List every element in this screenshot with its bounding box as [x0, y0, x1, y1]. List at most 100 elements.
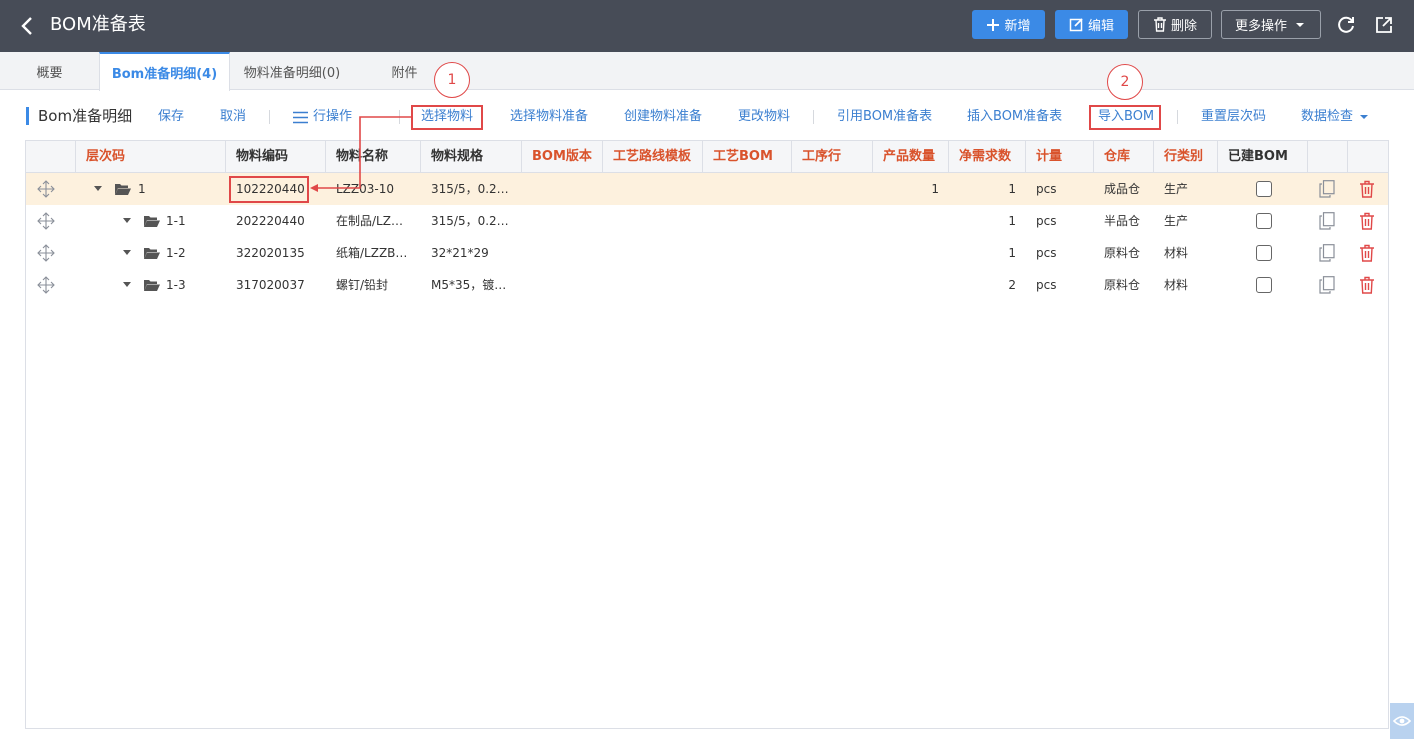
cell-spec[interactable]: M5*35，镀…	[421, 269, 522, 301]
caret-down-icon	[1360, 115, 1369, 119]
insert-bom-prep-button[interactable]: 插入BOM准备表	[967, 109, 1062, 125]
change-material-button[interactable]: 更改物料	[738, 109, 790, 125]
cell-code[interactable]: 202220440	[226, 205, 326, 237]
cell-name[interactable]: LZZ03-10	[326, 173, 421, 205]
table-row[interactable]: 1-2 322020135 纸箱/LZZB… 32*21*29 1 pcs 原料…	[26, 237, 1388, 269]
cell-warehouse[interactable]: 原料仓	[1094, 237, 1146, 269]
cell-unit[interactable]: pcs	[1026, 205, 1094, 237]
edit-button-label: 编辑	[1087, 19, 1114, 34]
column-header-product-qty[interactable]: 产品数量	[873, 141, 949, 173]
column-header-net-qty[interactable]: 净需求数	[949, 141, 1026, 173]
table-row[interactable]: 1-3 317020037 螺钉/铅封 M5*35，镀… 2 pcs 原料仓 材…	[26, 269, 1388, 301]
copy-row-icon[interactable]	[1318, 180, 1336, 198]
save-button[interactable]: 保存	[158, 109, 184, 125]
built-bom-checkbox[interactable]	[1256, 277, 1272, 293]
delete-row-icon[interactable]	[1358, 212, 1376, 230]
back-button[interactable]	[14, 12, 40, 40]
cell-net-qty[interactable]: 1	[949, 205, 1026, 237]
table-row[interactable]: 1-1 202220440 在制品/LZ… 315/5，0.2… 1 pcs 半…	[26, 205, 1388, 237]
cell-spec[interactable]: 315/5，0.2…	[421, 205, 522, 237]
column-header-bom-version[interactable]: BOM版本	[522, 141, 603, 173]
column-header-name[interactable]: 物料名称	[326, 141, 421, 173]
column-header-craft-bom[interactable]: 工艺BOM	[703, 141, 792, 173]
create-material-prep-button[interactable]: 创建物料准备	[624, 109, 702, 125]
column-header-operation-row[interactable]: 工序行	[792, 141, 873, 173]
column-header-warehouse[interactable]: 仓库	[1094, 141, 1154, 173]
drag-handle-icon[interactable]	[36, 275, 56, 295]
cell-net-qty[interactable]: 1	[949, 237, 1026, 269]
cell-row-type[interactable]: 生产	[1154, 205, 1218, 237]
cell-row-type[interactable]: 材料	[1154, 269, 1218, 301]
tab-bom-detail[interactable]: Bom准备明细(4)	[99, 52, 230, 91]
cell-net-qty[interactable]: 1	[949, 173, 1026, 205]
cell-product-qty[interactable]	[873, 237, 949, 269]
delete-row-icon[interactable]	[1358, 244, 1376, 262]
export-button[interactable]	[1372, 13, 1396, 37]
cell-name[interactable]: 纸箱/LZZB…	[326, 237, 421, 269]
column-header-row-type[interactable]: 行类别	[1154, 141, 1218, 173]
data-check-menu[interactable]: 数据检查	[1301, 109, 1371, 125]
edit-button[interactable]: 编辑	[1055, 10, 1128, 39]
collapse-caret-icon[interactable]	[121, 280, 133, 290]
cell-unit[interactable]: pcs	[1026, 269, 1094, 301]
view-toggle-button[interactable]	[1390, 703, 1414, 739]
cell-row-type[interactable]: 生产	[1154, 173, 1218, 205]
cell-code[interactable]: 322020135	[226, 237, 326, 269]
cell-net-qty[interactable]: 2	[949, 269, 1026, 301]
select-material-prep-button[interactable]: 选择物料准备	[510, 109, 588, 125]
cell-warehouse[interactable]: 半品仓	[1094, 205, 1146, 237]
cell-warehouse[interactable]: 成品仓	[1094, 173, 1146, 205]
section-title: Bom准备明细	[26, 107, 132, 125]
cell-product-qty[interactable]: 1	[873, 173, 949, 205]
collapse-caret-icon[interactable]	[92, 184, 104, 194]
add-button-label: 新增	[1004, 19, 1031, 34]
annotation-box-select-material	[411, 105, 483, 130]
drag-handle-icon[interactable]	[36, 179, 56, 199]
cell-spec[interactable]: 315/5，0.2…	[421, 173, 522, 205]
cell-name[interactable]: 在制品/LZ…	[326, 205, 421, 237]
column-header-copy	[1308, 141, 1348, 173]
delete-button[interactable]: 删除	[1138, 10, 1212, 39]
cell-product-qty[interactable]	[873, 205, 949, 237]
cell-name[interactable]: 螺钉/铅封	[326, 269, 421, 301]
add-button[interactable]: 新增	[972, 10, 1045, 39]
built-bom-checkbox[interactable]	[1256, 245, 1272, 261]
delete-row-icon[interactable]	[1358, 276, 1376, 294]
reference-bom-prep-button[interactable]: 引用BOM准备表	[837, 109, 932, 125]
chevron-left-icon	[21, 17, 32, 35]
detail-toolbar: Bom准备明细 保存 取消 行操作 选择物料 选择物料准备 创建物料准备 更改物…	[0, 100, 1414, 134]
drag-handle-icon[interactable]	[36, 243, 56, 263]
collapse-caret-icon[interactable]	[121, 216, 133, 226]
copy-row-icon[interactable]	[1318, 212, 1336, 230]
cell-unit[interactable]: pcs	[1026, 173, 1094, 205]
cell-spec[interactable]: 32*21*29	[421, 237, 522, 269]
reset-level-code-button[interactable]: 重置层次码	[1201, 109, 1266, 125]
column-header-built-bom[interactable]: 已建BOM	[1218, 141, 1308, 173]
refresh-button[interactable]	[1334, 13, 1358, 37]
cell-warehouse[interactable]: 原料仓	[1094, 269, 1146, 301]
cell-level: 1-2	[166, 246, 186, 260]
column-header-code[interactable]: 物料编码	[226, 141, 326, 173]
tab-bar: 概要 Bom准备明细(4) 物料准备明细(0) 附件	[0, 52, 1414, 91]
more-actions-button[interactable]: 更多操作	[1221, 10, 1321, 39]
copy-row-icon[interactable]	[1318, 244, 1336, 262]
collapse-caret-icon[interactable]	[121, 248, 133, 258]
column-header-unit[interactable]: 计量	[1026, 141, 1094, 173]
copy-row-icon[interactable]	[1318, 276, 1336, 294]
delete-row-icon[interactable]	[1358, 180, 1376, 198]
column-header-route-template[interactable]: 工艺路线模板	[603, 141, 703, 173]
eye-icon	[1393, 716, 1411, 726]
built-bom-checkbox[interactable]	[1256, 181, 1272, 197]
tab-material-detail[interactable]: 物料准备明细(0)	[230, 52, 354, 90]
column-header-spec[interactable]: 物料规格	[421, 141, 522, 173]
built-bom-checkbox[interactable]	[1256, 213, 1272, 229]
cell-row-type[interactable]: 材料	[1154, 237, 1218, 269]
row-operations-menu[interactable]: 行操作	[293, 109, 352, 125]
cell-product-qty[interactable]	[873, 269, 949, 301]
cell-unit[interactable]: pcs	[1026, 237, 1094, 269]
column-header-level[interactable]: 层次码	[76, 141, 226, 173]
tab-summary[interactable]: 概要	[0, 52, 99, 90]
cell-code[interactable]: 317020037	[226, 269, 326, 301]
drag-handle-icon[interactable]	[36, 211, 56, 231]
cancel-button[interactable]: 取消	[220, 109, 246, 125]
